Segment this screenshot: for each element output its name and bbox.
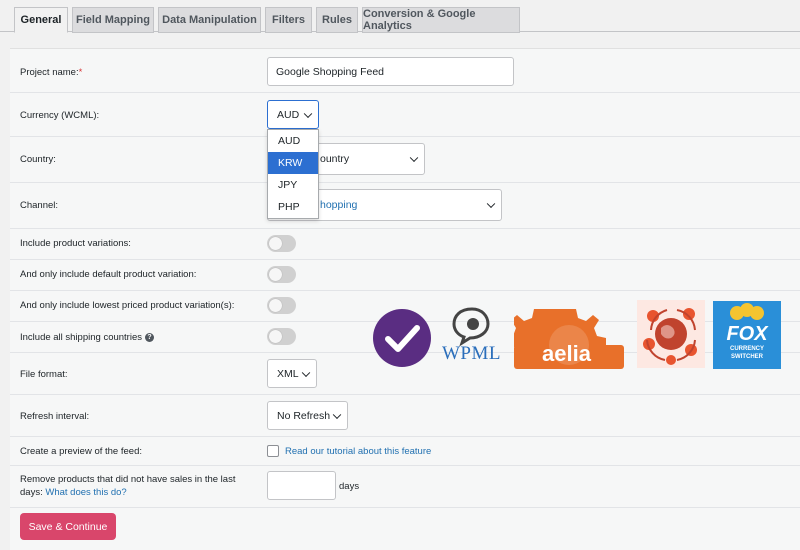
help-icon[interactable]: ? (145, 332, 154, 342)
chevron-down-icon (409, 153, 419, 163)
tab-label: General (20, 14, 62, 26)
lowest-variation-toggle[interactable] (267, 297, 296, 314)
tab-conversion-analytics[interactable]: Conversion & Google Analytics (362, 7, 520, 33)
file-format-label: File format: (20, 369, 68, 380)
chevron-down-icon (301, 368, 311, 377)
fox-subtext-1: CURRENCY (729, 346, 764, 352)
tab-bar: General Field Mapping Data Manipulation … (0, 0, 800, 33)
wpml-logo: WPML (440, 303, 505, 367)
preview-label: Create a preview of the feed: (20, 446, 142, 457)
tab-data-manipulation[interactable]: Data Manipulation (158, 7, 261, 33)
currency-dropdown-list: AUD KRW JPY PHP (267, 129, 319, 219)
tab-label: Data Manipulation (162, 14, 257, 26)
preview-checkbox[interactable] (267, 445, 279, 457)
preview-tutorial-link[interactable]: Read our tutorial about this feature (285, 445, 431, 458)
chevron-down-icon (486, 199, 496, 209)
row-divider (10, 394, 800, 395)
tab-field-mapping[interactable]: Field Mapping (72, 7, 154, 33)
row-divider (10, 436, 800, 437)
row-divider (10, 259, 800, 260)
include-variations-toggle[interactable] (267, 235, 296, 252)
refresh-interval-select[interactable]: No Refresh (267, 401, 348, 430)
currency-option-php[interactable]: PHP (268, 196, 318, 218)
tab-rules[interactable]: Rules (316, 7, 358, 33)
row-divider (10, 290, 800, 291)
currency-label: Currency (WCML): (20, 110, 100, 121)
tab-general[interactable]: General (14, 7, 68, 33)
fox-subtext-2: SWITCHER (731, 354, 763, 360)
lowest-variation-label: And only include lowest priced product v… (20, 300, 235, 311)
tab-label: Field Mapping (76, 14, 150, 26)
country-label: Country: (20, 154, 56, 165)
tab-label: Conversion & Google Analytics (363, 8, 476, 32)
wpml-text: WPML (442, 343, 501, 364)
project-name-input[interactable]: Google Shopping Feed (267, 57, 514, 86)
row-divider (10, 465, 800, 466)
currency-globe-logo (637, 300, 705, 368)
row-divider (10, 92, 800, 93)
chevron-down-icon (303, 109, 313, 118)
days-unit-label: days (339, 481, 360, 492)
fox-text: FOX (726, 323, 768, 345)
shipping-countries-toggle[interactable] (267, 328, 296, 345)
remove-products-days-input[interactable] (267, 471, 336, 500)
woocommerce-checkmark-logo (373, 309, 431, 367)
include-variations-label: Include product variations: (20, 238, 131, 249)
remove-products-label: Remove products that did not have sales … (20, 474, 236, 498)
row-divider (10, 228, 800, 229)
file-format-select[interactable]: XML (267, 359, 317, 388)
refresh-interval-label: Refresh interval: (20, 411, 90, 422)
row-divider (10, 136, 800, 137)
default-variation-label: And only include default product variati… (20, 269, 197, 280)
wpml-bubble-icon (452, 307, 490, 347)
tab-filters[interactable]: Filters (265, 7, 312, 33)
channel-label: Channel: (20, 200, 59, 211)
what-does-this-do-link[interactable]: What does this do? (45, 487, 126, 498)
currency-option-jpy[interactable]: JPY (268, 174, 318, 196)
save-continue-button[interactable]: Save & Continue (20, 513, 116, 540)
tab-label: Filters (271, 14, 305, 26)
currency-option-aud[interactable]: AUD (268, 130, 318, 152)
shipping-countries-label: Include all shipping countries? (20, 331, 154, 344)
currency-option-krw[interactable]: KRW (268, 152, 318, 174)
tab-label: Rules (322, 14, 352, 26)
row-divider (10, 182, 800, 183)
aelia-logo: aelia (504, 305, 624, 369)
chevron-down-icon (332, 410, 342, 419)
row-divider (10, 507, 800, 508)
currency-select[interactable]: AUD (267, 100, 319, 129)
project-name-label: Project name:* (20, 67, 83, 78)
fox-currency-switcher-logo: FOX CURRENCY SWITCHER (713, 301, 781, 369)
aelia-text: aelia (542, 341, 591, 366)
default-variation-toggle[interactable] (267, 266, 296, 283)
